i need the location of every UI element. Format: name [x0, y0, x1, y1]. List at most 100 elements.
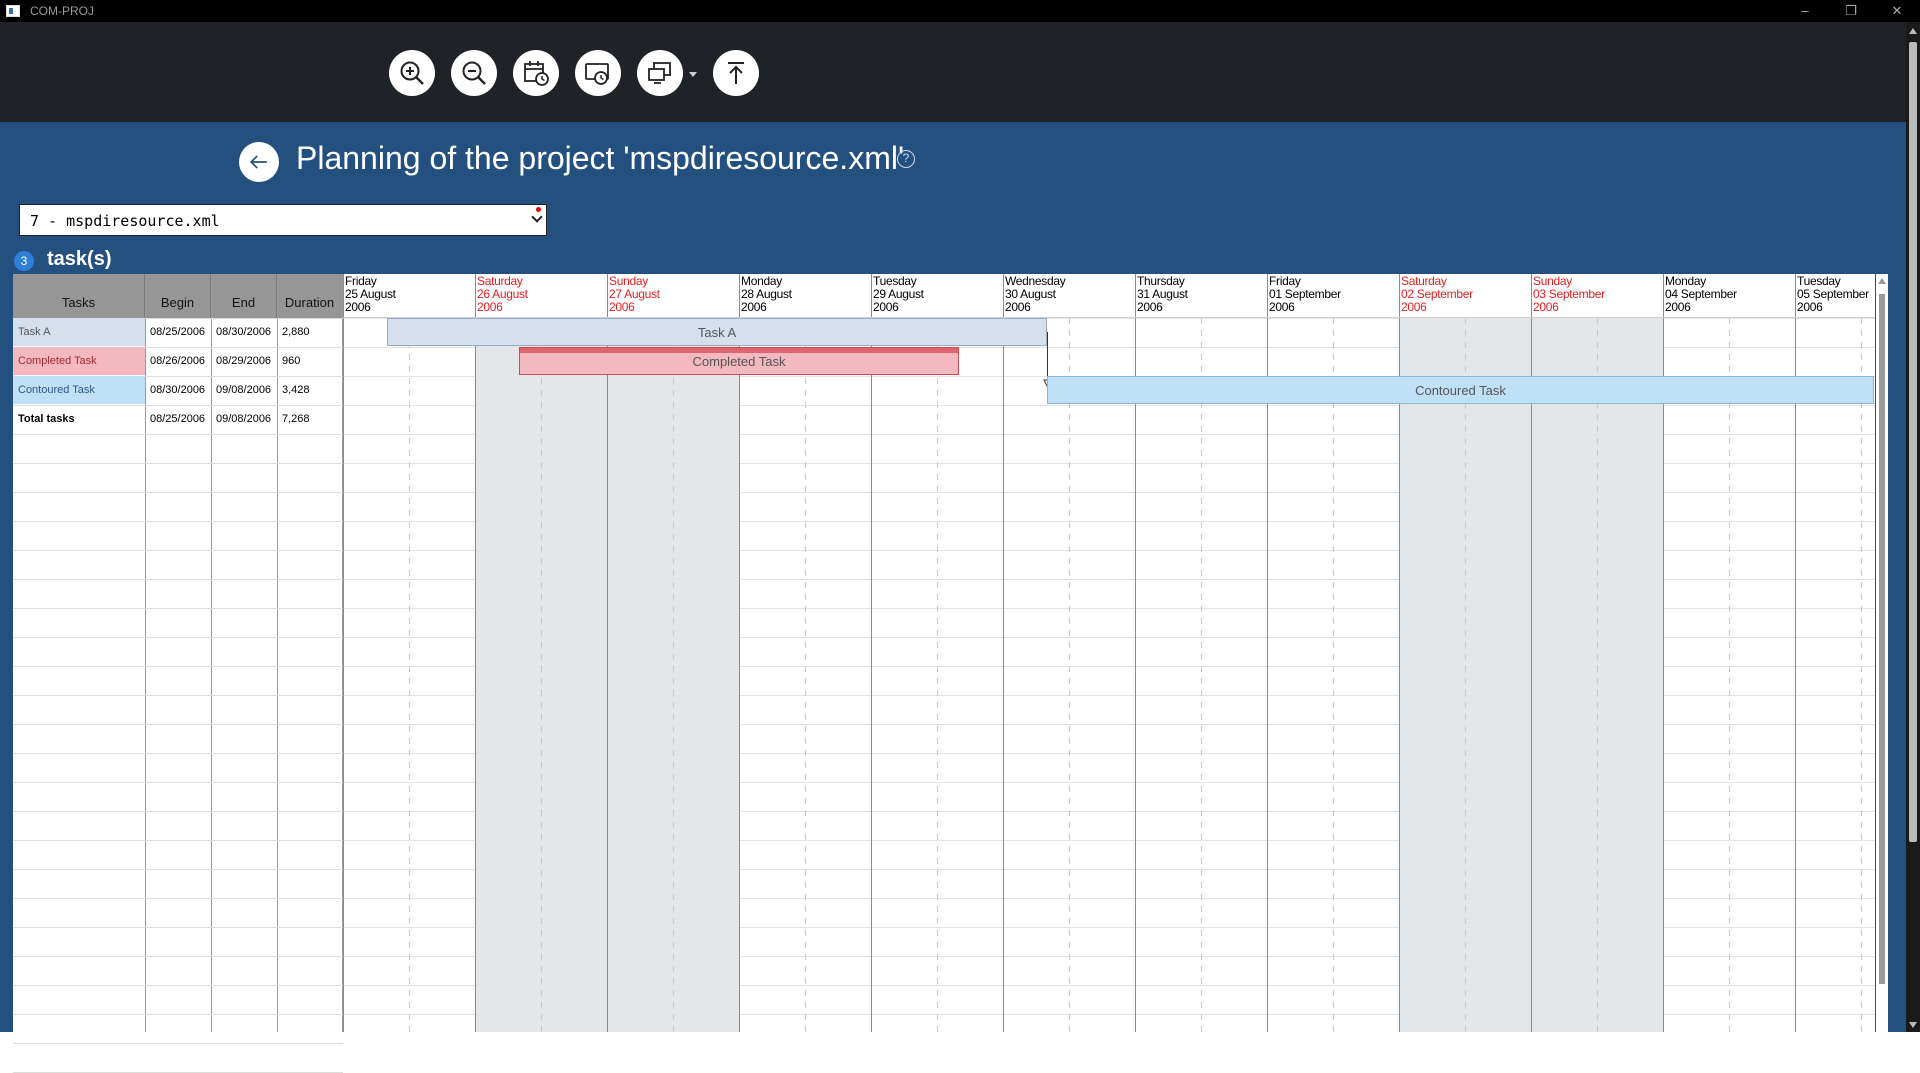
task-name-cell[interactable]: Contoured Task	[13, 376, 145, 404]
table-row-divider	[13, 695, 343, 696]
gantt-bar-label: Contoured Task	[1415, 383, 1506, 398]
day-header-year: 2006	[1665, 300, 1691, 314]
table-row-divider	[13, 434, 343, 435]
calendar-clock-icon	[524, 61, 549, 86]
project-select[interactable]: 7 - mspdiresource.xml	[19, 204, 547, 236]
gantt-bar-label: Task A	[697, 325, 737, 340]
day-header: Saturday 26 August 2006	[475, 274, 607, 318]
day-header: Friday 01 September 2006	[1267, 274, 1399, 318]
scrollbar-thumb[interactable]	[1879, 294, 1885, 984]
app-icon	[6, 5, 20, 17]
total-end-cell: 09/08/2006	[216, 413, 272, 425]
page-title: Planning of the project 'mspdiresource.x…	[296, 140, 905, 176]
task-begin-cell: 08/30/2006	[150, 384, 206, 396]
day-header-year: 2006	[1533, 300, 1559, 314]
upload-top-icon	[728, 62, 744, 84]
table-row-divider	[13, 927, 343, 928]
task-end-cell: 08/30/2006	[216, 326, 272, 338]
windows-icon	[648, 62, 671, 84]
table-row-divider	[13, 956, 343, 957]
gantt-chart[interactable]: Friday 25 August 2006 Saturday 26 August 2006…	[343, 274, 1875, 1032]
screen-clock-icon	[585, 63, 609, 85]
column-header-begin[interactable]: Begin	[145, 274, 211, 318]
column-header-end[interactable]: End	[211, 274, 277, 318]
task-count-label: task(s)	[47, 248, 112, 270]
task-duration-cell: 3,428	[282, 384, 310, 396]
day-header: Monday 04 September 2006	[1663, 274, 1795, 318]
table-row-divider	[13, 1043, 343, 1044]
total-begin-cell: 08/25/2006	[150, 413, 206, 425]
day-header: Sunday 27 August 2006	[607, 274, 739, 318]
task-duration-cell: 2,880	[282, 326, 310, 338]
minimize-icon[interactable]: –	[1782, 0, 1828, 22]
zoom-out-button[interactable]	[451, 50, 497, 96]
task-begin-cell: 08/25/2006	[150, 326, 206, 338]
day-header-year: 2006	[873, 300, 899, 314]
task-end-cell: 08/29/2006	[216, 355, 272, 367]
chevron-down-icon	[531, 211, 543, 223]
day-header: Wednesday 30 August 2006	[1003, 274, 1135, 318]
task-duration-cell: 960	[282, 355, 301, 367]
gantt-vertical-scrollbar[interactable]	[1876, 274, 1888, 1032]
windows-button[interactable]	[637, 50, 683, 96]
day-header: Thursday 31 August 2006	[1135, 274, 1267, 318]
restore-icon[interactable]: ❐	[1828, 0, 1874, 22]
table-row-divider	[13, 840, 343, 841]
day-header-year: 2006	[345, 300, 371, 314]
calendar-clock-button[interactable]	[513, 50, 559, 96]
gantt-bar-label: Completed Task	[692, 354, 786, 369]
upload-button[interactable]	[713, 50, 759, 96]
gantt-bar[interactable]: Contoured Task	[1047, 376, 1874, 404]
gantt-bar[interactable]: Completed Task	[519, 347, 959, 375]
day-header: Tuesday 29 August 2006	[871, 274, 1003, 318]
scroll-up-icon[interactable]	[1878, 278, 1886, 284]
window-vertical-scrollbar[interactable]	[1906, 22, 1920, 1032]
scroll-up-icon[interactable]	[1909, 28, 1917, 34]
table-row-divider	[13, 666, 343, 667]
project-select-value: 7 - mspdiresource.xml	[30, 212, 220, 230]
day-header-year: 2006	[1005, 300, 1031, 314]
toolbar	[0, 22, 1906, 122]
table-row-divider	[13, 608, 343, 609]
day-header: Saturday 02 September 2006	[1399, 274, 1531, 318]
zoom-in-button[interactable]	[389, 50, 435, 96]
task-table: Tasks Begin End Duration Task A 08/25/20…	[13, 274, 343, 1073]
day-header: Tuesday 05 September 2006	[1795, 274, 1875, 318]
scroll-down-icon[interactable]	[1909, 1022, 1917, 1028]
day-header: Sunday 03 September 2006	[1531, 274, 1663, 318]
screen-clock-button[interactable]	[575, 50, 621, 96]
column-header-tasks[interactable]: Tasks	[13, 274, 145, 318]
weekend-column	[475, 318, 607, 1032]
table-row-divider	[13, 550, 343, 551]
table-row-divider	[13, 521, 343, 522]
day-header: Friday 25 August 2006	[343, 274, 475, 318]
back-button[interactable]	[239, 142, 279, 182]
zoom-in-icon	[400, 61, 424, 85]
scrollbar-thumb[interactable]	[1909, 42, 1917, 842]
window-titlebar: COM-PROJ – ❐ ✕	[0, 0, 1920, 22]
table-row-divider	[13, 492, 343, 493]
gantt-bar[interactable]: Task A	[387, 318, 1047, 346]
column-header-duration[interactable]: Duration	[277, 274, 343, 318]
windows-dropdown-caret-icon[interactable]	[689, 72, 697, 77]
day-header-year: 2006	[1797, 300, 1823, 314]
task-count-badge: 3	[14, 251, 34, 271]
table-row-divider	[13, 637, 343, 638]
day-header-year: 2006	[1269, 300, 1295, 314]
day-header-year: 2006	[1137, 300, 1163, 314]
weekend-column	[1399, 318, 1531, 1032]
help-icon[interactable]: ?	[897, 150, 915, 168]
task-name-cell[interactable]: Completed Task	[13, 347, 145, 375]
table-row-divider	[13, 1014, 343, 1015]
task-begin-cell: 08/26/2006	[150, 355, 206, 367]
table-row-divider	[13, 463, 343, 464]
table-row-divider	[13, 898, 343, 899]
table-row-divider	[13, 579, 343, 580]
arrow-left-icon	[249, 155, 267, 169]
total-duration-cell: 7,268	[282, 413, 310, 425]
table-row-divider	[13, 724, 343, 725]
task-name-cell[interactable]: Task A	[13, 318, 145, 346]
table-row-divider	[13, 782, 343, 783]
close-icon[interactable]: ✕	[1874, 0, 1920, 22]
day-header-year: 2006	[609, 300, 635, 314]
